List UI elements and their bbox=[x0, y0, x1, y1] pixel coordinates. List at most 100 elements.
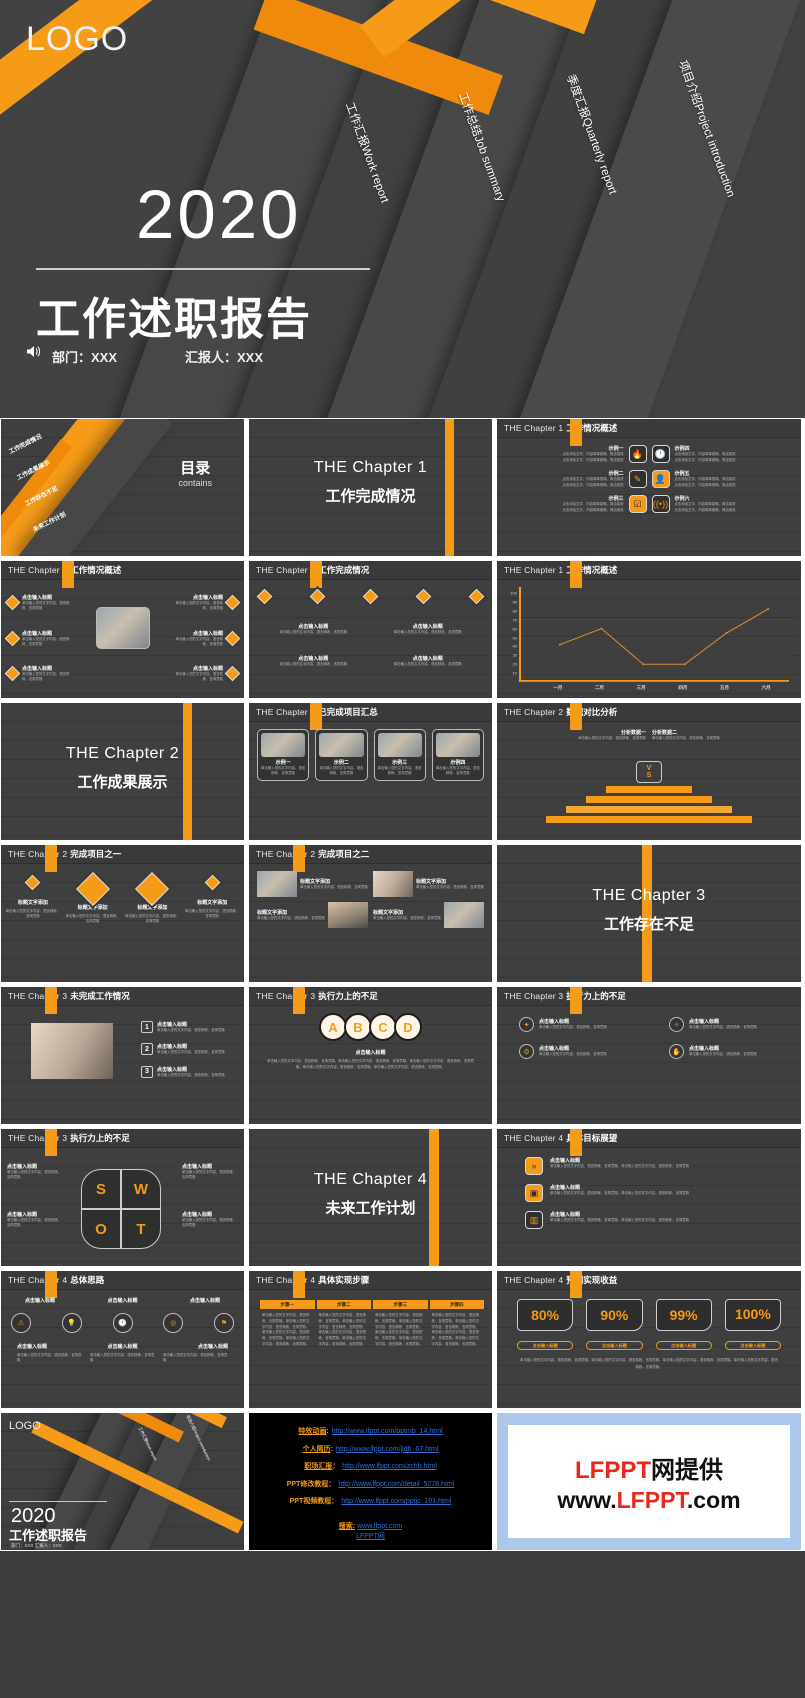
search-brand[interactable]: LFPPT网 bbox=[339, 1531, 402, 1541]
percent-btn-2[interactable]: 点击输入标题 bbox=[586, 1341, 643, 1350]
pg4-item[interactable]: 标题文字添加 单击输入您的文字内容，语言精练、言简意赅 bbox=[373, 902, 484, 928]
abcd-body: 单击输入您的文字内容，语言精练、言简意赅。单击输入您的文字内容，语言精练、言简意… bbox=[267, 1059, 474, 1070]
i4-chapter: THE Chapter 2 bbox=[8, 849, 68, 859]
slide-thumb-chapter-3[interactable]: THE Chapter 3 工作存在不足 bbox=[496, 844, 802, 983]
slide-thumb-icon-4[interactable]: THE Chapter 2 完成项目之一 标题文字添加 单击输入您的文字内容，语言… bbox=[0, 844, 245, 983]
hero-department: 部门：XXX bbox=[52, 350, 118, 365]
chart-y-tick: 40 bbox=[512, 643, 517, 649]
chart-y-tick: 60 bbox=[512, 626, 517, 632]
tl3-item[interactable]: ▥ 点击输入标题 单击输入您的文字内容，语言精练、言简意赅。单击输入您的文字内容，语… bbox=[525, 1211, 787, 1229]
icon4-item[interactable]: 标题文字添加 单击输入您的文字内容，语言精练、言简意赅 bbox=[184, 874, 240, 925]
tl3-item[interactable]: ▣ 点击输入标题 单击输入您的文字内容，语言精练、言简意赅。单击输入您的文字内容，语… bbox=[525, 1184, 787, 1202]
slide-thumb-chapter-4[interactable]: THE Chapter 4 未来工作计划 bbox=[248, 1128, 493, 1267]
city-desk-photo bbox=[377, 733, 422, 757]
thumbnail-row: THE Chapter 2 完成项目之一 标题文字添加 单击输入您的文字内容，语言… bbox=[0, 844, 805, 983]
search-row[interactable]: 搜索: www.lfppt.com LFPPT网 bbox=[339, 1521, 402, 1541]
slide-thumb-circ-icons-4[interactable]: THE Chapter 3 执行力上的不足 ✦ 点击输入标题 单击输入您的文字内容，语… bbox=[496, 986, 802, 1125]
thumbnail-row: THE Chapter 3 未完成工作情况 1 点击输入标题 单击输入您的文字内容，语… bbox=[0, 986, 805, 1125]
slide-thumb-chapter-1[interactable]: THE Chapter 1 工作完成情况 bbox=[248, 418, 493, 557]
icon4-item[interactable]: 标题文字添加 单击输入您的文字内容，语言精练、言简意赅 bbox=[5, 874, 61, 925]
slide-thumb-diamond-row-5[interactable]: THE Chapter 1 工作完成情况 点击输入标题 单击输入您的文字内容，语言精… bbox=[248, 560, 493, 699]
link-row[interactable]: 特效动画: http://www.lfppt.com/pptmb_14.html bbox=[298, 1426, 442, 1436]
link-url[interactable]: http://www.lfppt.com/pptmb_14.html bbox=[332, 1428, 443, 1435]
link-url[interactable]: http://www.lfppt.com/pptjc_101.html bbox=[341, 1498, 451, 1505]
slide-thumb-overview-6[interactable]: THE Chapter 1 工作情况概述 示例一 点击添加文字，内容简单易懂，简洁易… bbox=[496, 418, 802, 557]
percent-btn-4[interactable]: 点击输入标题 bbox=[724, 1341, 781, 1350]
pg4-item[interactable]: 标题文字添加 单击输入您的文字内容，语言精练、言简意赅 bbox=[257, 871, 368, 897]
percent-btn-3[interactable]: 点击输入标题 bbox=[655, 1341, 712, 1350]
slide-thumb-steps-4[interactable]: THE Chapter 4 具体实现步骤 步骤一 单击输入您的文字内容，语言精练、言… bbox=[248, 1270, 493, 1409]
card-label-4: 示例四 bbox=[450, 760, 466, 766]
watermark-url-pre: www. bbox=[557, 1486, 617, 1513]
fn-chapter: THE Chapter 2 bbox=[504, 707, 564, 717]
toc-heading-cn: 目录 bbox=[180, 460, 211, 477]
slide-thumb-toc[interactable]: 工作完成情况 工作成果展示 工作存在不足 未来工作计划 目录 contains bbox=[0, 418, 245, 557]
slide-thumb-thought-3[interactable]: THE Chapter 4 总体思路 点击输入标题 点击输入标题 点击输入标题 ⚠… bbox=[0, 1270, 245, 1409]
slide-thumb-percent-4[interactable]: THE Chapter 4 预期实现收益 80% 90% 99% 100% 点击输… bbox=[496, 1270, 802, 1409]
slide-thumb-target-list-3[interactable]: THE Chapter 4 具体目标展望 » 点击输入标题 单击输入您的文字内容，语言… bbox=[496, 1128, 802, 1267]
th3-title-3: 点击输入标题 bbox=[189, 1298, 220, 1304]
link-row[interactable]: PPT视频教程： http://www.lfppt.com/pptjc_101.h… bbox=[290, 1496, 452, 1506]
toc-heading-en: contains bbox=[178, 478, 212, 488]
step-header-3: 步骤三 bbox=[373, 1300, 428, 1309]
slide-thumb-line-chart[interactable]: THE Chapter 1 工作情况概述 100 90 80 70 60 50 40 30 20 1… bbox=[496, 560, 802, 699]
card-item[interactable]: 示例四 单击输入您的文字内容，语言精练、言简意赅 bbox=[431, 729, 484, 781]
link-row[interactable]: 个人简历: http://www.lfppt.com/jldb_67.html bbox=[303, 1444, 439, 1454]
icon4-item[interactable]: 标题文字添加 单击输入您的文字内容，语言精练、言简意赅 bbox=[125, 872, 181, 925]
link-url[interactable]: http://www.lfppt.com/jldb_67.html bbox=[336, 1446, 438, 1453]
icon4-item[interactable]: 标题文字添加 单击输入您的文字内容，语言精练、言简意赅 bbox=[65, 872, 121, 925]
slide-thumb-end[interactable]: 工作汇报Work report 项目介绍Project introduction… bbox=[0, 1412, 245, 1551]
d4-title-2: 点击输入标题 bbox=[22, 630, 53, 637]
fn-col2-body: 单击输入您的文字内容，语言精练、言简意赅 bbox=[652, 736, 720, 740]
link-row[interactable]: PPT修改教程： http://www.lfppt.com/detail_5278… bbox=[287, 1479, 455, 1489]
target-icon: ◎ bbox=[163, 1313, 184, 1333]
slide-thumb-funnel[interactable]: THE Chapter 2 数据对比分析 分析数据一 单击输入您的文字内容，语言精练… bbox=[496, 702, 802, 841]
pg4-body-1: 单击输入您的文字内容，语言精练、言简意赅 bbox=[300, 884, 368, 889]
card-label-2: 示例二 bbox=[333, 760, 349, 766]
slide-thumb-cards-4[interactable]: THE Chapter 2 已完成项目汇总 示例一 单击输入您的文字内容，语言精练… bbox=[248, 702, 493, 841]
search-site[interactable]: www.lfppt.com bbox=[357, 1523, 402, 1530]
slide-thumb-abcd[interactable]: THE Chapter 3 执行力上的不足 A B C D 点击输入标题 单击输入… bbox=[248, 986, 493, 1125]
tl3-item[interactable]: » 点击输入标题 单击输入您的文字内容，语言精练、言简意赅。单击输入您的文字内容，语… bbox=[525, 1157, 787, 1175]
pg4-item[interactable]: 标题文字添加 单击输入您的文字内容，语言精练、言简意赅 bbox=[373, 871, 484, 897]
abcd-letter-a: A bbox=[319, 1013, 347, 1041]
link-url[interactable]: http://www.lfppt.com/zchb.html bbox=[342, 1463, 437, 1470]
diamond-small-icon bbox=[204, 874, 220, 891]
circ-item[interactable]: ✋ 点击输入标题 单击输入您的文字内容，语言精练、言简意赅 bbox=[669, 1044, 779, 1059]
slide-thumb-diamond-4-photo[interactable]: THE Chapter 1 工作情况概述 点击输入标题 单击输入您的文字内容，语言精… bbox=[0, 560, 245, 699]
slide-thumb-photo-grid-4[interactable]: THE Chapter 2 完成项目之二 标题文字添加 单击输入您的文字内容，语言精… bbox=[248, 844, 493, 983]
link-sep: ： bbox=[332, 1463, 340, 1470]
link-key: PPT视频教程 bbox=[289, 1498, 332, 1505]
pg4-item[interactable]: 标题文字添加 单击输入您的文字内容，语言精练、言简意赅 bbox=[257, 902, 368, 928]
watermark-url-post: .com bbox=[686, 1486, 741, 1513]
slide-thumb-swot[interactable]: THE Chapter 3 执行力上的不足 点击输入标题 单击输入您的文字内容，语言… bbox=[0, 1128, 245, 1267]
percent-badge-2: 90% bbox=[586, 1299, 643, 1331]
card-item[interactable]: 示例二 单击输入您的文字内容，语言精练、言简意赅 bbox=[315, 729, 368, 781]
link-key[interactable]: 个人简历 bbox=[303, 1444, 331, 1454]
card-item[interactable]: 示例三 单击输入您的文字内容，语言精练、言简意赅 bbox=[373, 729, 426, 781]
chart-data-point bbox=[558, 643, 561, 646]
circ-item[interactable]: ✦ 点击输入标题 单击输入您的文字内容，语言精练、言简意赅 bbox=[519, 1017, 629, 1032]
link-row[interactable]: 职场汇报： http://www.lfppt.com/zchb.html bbox=[304, 1461, 437, 1471]
link-key[interactable]: 特效动画 bbox=[298, 1426, 326, 1436]
circ-item[interactable]: ⚙ 点击输入标题 单击输入您的文字内容，语言精练、言简意赅 bbox=[519, 1044, 629, 1059]
link-key[interactable]: 职场汇报 bbox=[304, 1461, 332, 1471]
card-item[interactable]: 示例一 单击输入您的文字内容，语言精练、言简意赅 bbox=[257, 729, 310, 781]
circ-item[interactable]: ✧ 点击输入标题 单击输入您的文字内容，语言精练、言简意赅 bbox=[669, 1017, 779, 1032]
ov6-body-6: 点击添加文字，内容简单易懂，简洁易改 点击添加文字，内容简单易懂，简洁易改 bbox=[674, 502, 736, 512]
link-sep: : bbox=[326, 1428, 329, 1435]
percent-btn-1[interactable]: 点击输入标题 bbox=[517, 1341, 574, 1350]
end-logo: LOGO bbox=[9, 1420, 41, 1432]
ov6-body-1: 点击添加文字，内容简单易懂，简洁易改 点击添加文字，内容简单易懂，简洁易改 bbox=[562, 452, 624, 462]
slide-thumb-numbered-3-photo[interactable]: THE Chapter 3 未完成工作情况 1 点击输入标题 单击输入您的文字内容，语… bbox=[0, 986, 245, 1125]
d4-chapter: THE Chapter 1 bbox=[8, 565, 68, 575]
chart-y-tick: 70 bbox=[512, 617, 517, 623]
swot-t3: 点击输入标题 bbox=[7, 1212, 38, 1218]
swot-letter-s: S bbox=[81, 1169, 121, 1209]
d4-body-5: 单击输入您的文字内容，语言精练、言简意赅 bbox=[175, 636, 223, 646]
lightbulb-icon: 💡 bbox=[61, 1313, 82, 1333]
ov6-body-5: 点击添加文字，内容简单易懂，简洁易改 点击添加文字，内容简单易懂，简洁易改 bbox=[674, 477, 736, 487]
hero-meta: 部门：XXX 汇报人：XXX bbox=[52, 347, 263, 366]
slide-thumb-chapter-2[interactable]: THE Chapter 2 工作成果展示 bbox=[0, 702, 245, 841]
link-url[interactable]: http://www.lfppt.com/detail_5278.html bbox=[338, 1481, 454, 1488]
